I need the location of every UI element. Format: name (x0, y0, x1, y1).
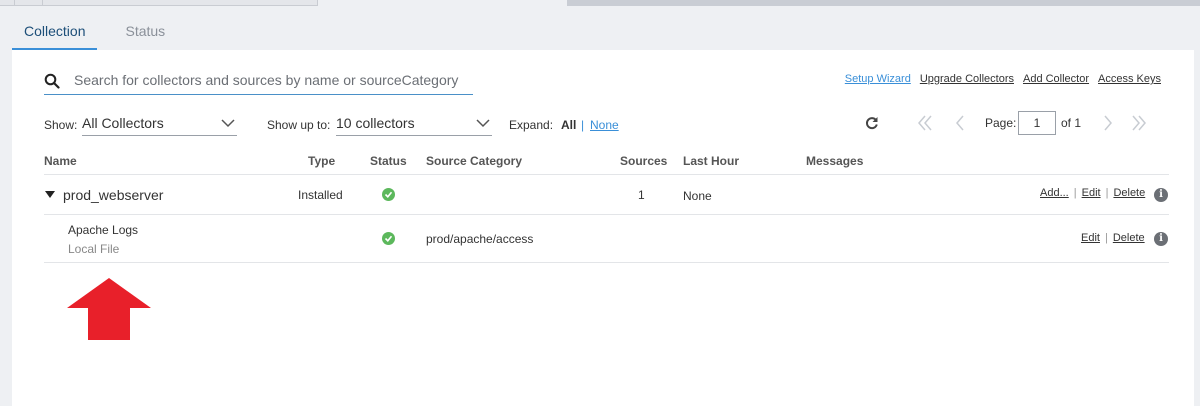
column-header-type[interactable]: Type (308, 154, 335, 168)
header-divider (44, 174, 1169, 175)
previous-page-icon[interactable] (950, 113, 970, 133)
first-page-icon[interactable] (915, 113, 935, 133)
chevron-down-icon (476, 119, 490, 128)
show-select-value: All Collectors (82, 115, 164, 131)
column-header-source-category[interactable]: Source Category (426, 154, 522, 168)
page-number-input[interactable]: 1 (1018, 111, 1056, 135)
collector-type: Installed (298, 188, 343, 202)
refresh-icon[interactable] (862, 113, 882, 133)
top-tab-strip-left (0, 0, 318, 6)
search-box (44, 66, 473, 95)
expand-separator: | (581, 118, 585, 132)
row-divider (44, 214, 1169, 215)
action-separator: | (1073, 187, 1077, 199)
show-up-to-label: Show up to: (267, 118, 331, 132)
search-icon (44, 73, 60, 89)
access-keys-link[interactable]: Access Keys (1098, 73, 1161, 85)
top-tab-strip-right (567, 0, 1200, 6)
column-header-last-hour[interactable]: Last Hour (683, 154, 739, 168)
toolbar-links: Setup Wizard Upgrade Collectors Add Coll… (845, 73, 1161, 85)
tab-collection[interactable]: Collection (12, 14, 98, 50)
action-separator: | (1105, 187, 1109, 199)
show-label: Show: (44, 118, 78, 132)
row-divider (44, 262, 1169, 263)
collection-panel: Setup Wizard Upgrade Collectors Add Coll… (12, 50, 1194, 406)
collector-sources-count: 1 (638, 188, 645, 202)
collector-name[interactable]: prod_webserver (63, 187, 163, 203)
status-ok-icon (382, 232, 395, 245)
chevron-down-icon (221, 119, 235, 128)
source-subtype: Local File (68, 242, 120, 256)
info-icon[interactable]: i (1154, 232, 1168, 246)
caret-down-icon[interactable] (45, 191, 55, 199)
column-header-name[interactable]: Name (44, 154, 77, 168)
top-tab-divider (14, 0, 15, 6)
expand-label: Expand: (509, 118, 554, 132)
delete-collector-link[interactable]: Delete (1113, 187, 1145, 199)
page-of-label: of 1 (1061, 116, 1082, 130)
source-name[interactable]: Apache Logs (68, 223, 138, 237)
top-tab-divider (42, 0, 43, 6)
upgrade-collectors-link[interactable]: Upgrade Collectors (920, 73, 1014, 85)
edit-source-link[interactable]: Edit (1081, 232, 1100, 244)
annotation-arrow-up-icon (67, 278, 151, 340)
info-icon[interactable]: i (1154, 188, 1168, 202)
show-up-to-select[interactable]: 10 collectors (336, 114, 492, 136)
show-select[interactable]: All Collectors (82, 114, 237, 136)
last-page-icon[interactable] (1129, 113, 1149, 133)
tab-bar: Collection Status (12, 14, 177, 50)
top-strip (0, 0, 1200, 6)
next-page-icon[interactable] (1098, 113, 1118, 133)
page-label: Page: (985, 116, 1017, 130)
expand-none-link[interactable]: None (590, 118, 619, 132)
setup-wizard-link[interactable]: Setup Wizard (845, 73, 911, 85)
collector-actions: Add... | Edit | Delete (1040, 187, 1145, 199)
action-separator: | (1104, 232, 1108, 244)
column-header-sources[interactable]: Sources (620, 154, 667, 168)
column-header-status[interactable]: Status (370, 154, 407, 168)
source-actions: Edit | Delete (1081, 232, 1145, 244)
add-source-link[interactable]: Add... (1040, 187, 1069, 199)
edit-collector-link[interactable]: Edit (1082, 187, 1101, 199)
tab-status[interactable]: Status (113, 14, 177, 50)
expand-all-option[interactable]: All (561, 118, 576, 132)
search-input[interactable] (74, 70, 469, 90)
delete-source-link[interactable]: Delete (1113, 232, 1145, 244)
add-collector-link[interactable]: Add Collector (1023, 73, 1089, 85)
source-category: prod/apache/access (426, 232, 534, 246)
status-ok-icon (382, 188, 395, 201)
show-up-to-select-value: 10 collectors (336, 115, 415, 131)
collector-last-hour: None (683, 189, 712, 203)
column-header-messages[interactable]: Messages (806, 154, 863, 168)
